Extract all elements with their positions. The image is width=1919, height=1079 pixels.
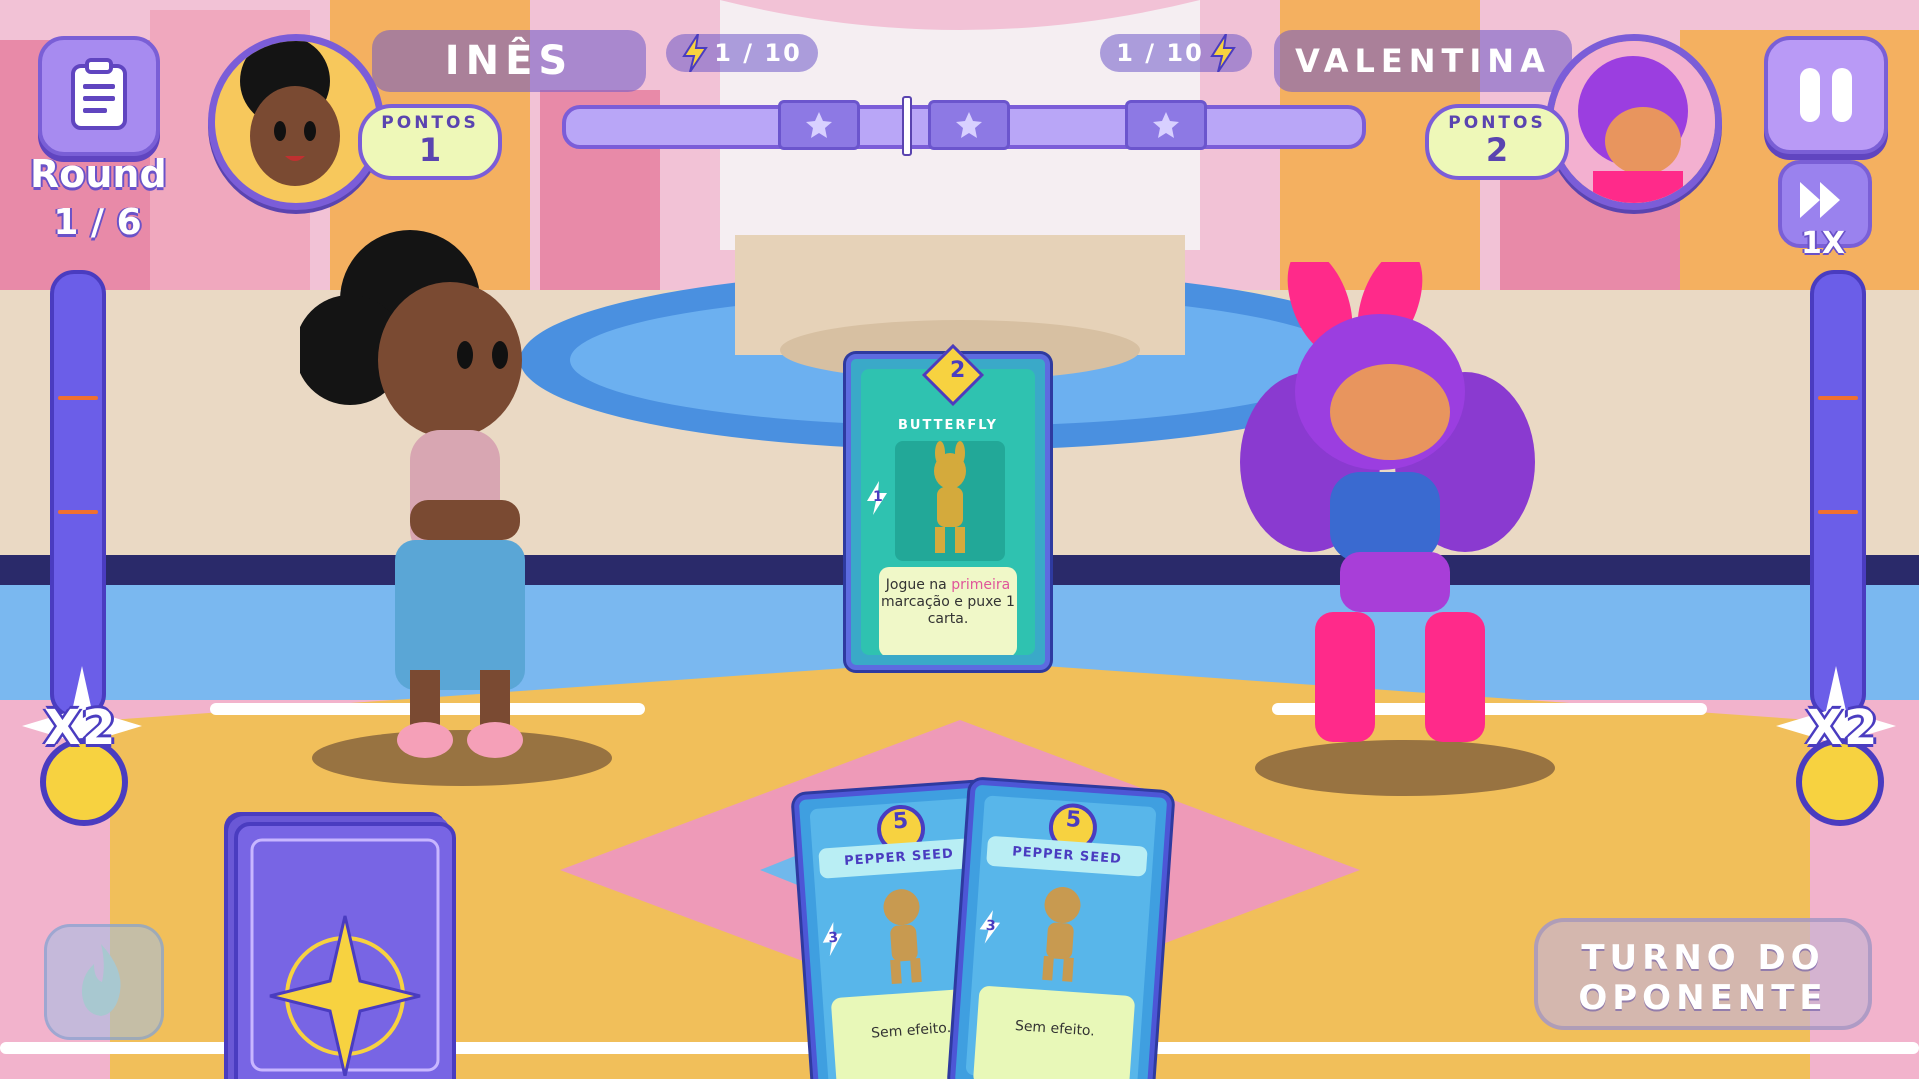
hand-card-power: 3 [819,921,845,957]
butterfly-art [895,441,1005,561]
player-points-value: 1 [418,131,442,169]
lightning-icon [1209,34,1236,72]
round-counter: 1 / 6 [53,202,142,243]
opponent-points-value: 2 [1485,131,1509,169]
fire-button[interactable] [44,924,164,1040]
turn-button-line-1: TURNO DO [1581,938,1825,978]
round-label: Round [30,152,167,196]
pause-icon [1800,68,1820,122]
pepper-seed-art [883,889,922,985]
track-marker-1 [778,100,860,150]
pause-button[interactable] [1764,36,1888,154]
compass-star-icon [250,838,440,1076]
turn-button-line-2: OPONENTE [1578,978,1828,1018]
hand-card-power: 3 [977,909,1003,945]
player-name: INÊS [444,38,574,84]
draw-deck[interactable] [234,822,456,1079]
player-points-badge: PONTOS 1 [358,104,502,180]
hand-card-text: Sem efeito. [972,985,1136,1079]
star-icon [956,112,982,138]
opponent-energy: 1 / 10 [1100,34,1252,72]
star-icon [1153,112,1179,138]
track-marker-2 [928,100,1010,150]
player-portrait [240,41,340,186]
played-card-butterfly[interactable]: BUTTERFLY Jogue na primeira marcação e p… [846,343,1050,670]
hand-card-2[interactable]: 5 PEPPER SEED 3 Sem efeito. [949,779,1173,1079]
player-energy: 1 / 10 [666,34,818,72]
opponent-portrait [1553,41,1715,203]
player-power-meter [50,270,106,718]
player-points-label: PONTOS [381,113,479,133]
opponent-power-meter [1810,270,1866,718]
star-icon [806,112,832,138]
clipboard-icon [71,58,127,130]
fire-icon [81,944,121,1016]
opponent-name-plate: VALENTINA [1274,30,1572,92]
opponent-multiplier: X2 [1806,700,1879,756]
player-character-ines [300,230,525,758]
played-card-text: Jogue na primeira marcação e puxe 1 cart… [879,567,1017,655]
played-card-power: 1 [865,481,889,515]
track-center-divider [902,96,912,156]
track-marker-3 [1125,100,1207,150]
opponent-character-valentina [1240,262,1535,742]
played-card-title: BUTTERFLY [898,418,998,433]
end-turn-button[interactable]: TURNO DO OPONENTE [1534,918,1872,1030]
opponent-avatar [1546,34,1722,210]
opponent-name: VALENTINA [1295,42,1551,80]
speed-label: 1X [1800,226,1845,261]
player-energy-value: 1 / 10 [714,39,802,67]
player-multiplier: X2 [44,700,117,756]
player-name-plate: INÊS [372,30,646,92]
lightning-icon [682,34,709,72]
log-button[interactable] [38,36,160,156]
player-avatar [208,34,384,210]
game-scene: Round 1 / 6 INÊS PONTOS 1 1 / 10 1 / 10 [0,0,1919,1079]
opponent-points-label: PONTOS [1448,113,1546,133]
pepper-seed-art [1042,887,1081,982]
opponent-energy-value: 1 / 10 [1116,39,1204,67]
opponent-points-badge: PONTOS 2 [1425,104,1569,180]
